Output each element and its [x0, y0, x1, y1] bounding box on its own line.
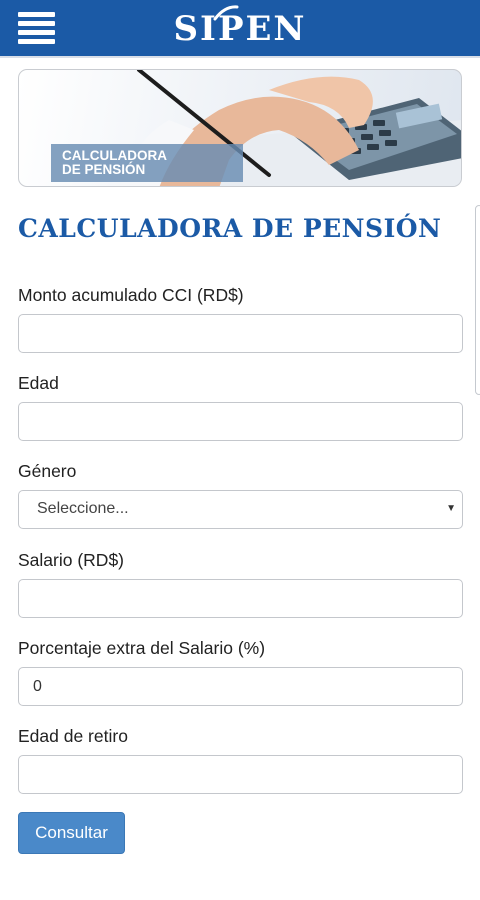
genero-label: Género: [18, 461, 77, 481]
edad-input[interactable]: [18, 402, 463, 441]
porcentaje-input[interactable]: [18, 667, 463, 706]
salario-label: Salario (RD$): [18, 550, 124, 570]
top-app-bar: SIPEN: [0, 0, 480, 58]
edad-retiro-input[interactable]: [18, 755, 463, 794]
sipen-logo[interactable]: SIPEN: [0, 5, 480, 50]
calculator-banner: CALCULADORA DE PENSIÓN: [18, 69, 462, 187]
chevron-down-icon: ▼: [446, 503, 456, 514]
edad-label: Edad: [18, 373, 59, 393]
cci-input[interactable]: [18, 314, 463, 353]
genero-selected-value: Seleccione...: [37, 500, 129, 517]
edad-retiro-label: Edad de retiro: [18, 726, 128, 746]
logo-text: SIPEN: [173, 9, 307, 49]
banner-label-line2: DE PENSIÓN: [62, 162, 146, 177]
genero-select[interactable]: Seleccione... ▼: [18, 490, 463, 529]
salario-input[interactable]: [18, 579, 463, 618]
logo-swoosh-icon: [213, 5, 239, 21]
page-title: CALCULADORA DE PENSIÓN: [18, 214, 442, 243]
side-drawer-handle[interactable]: [475, 205, 480, 395]
banner-label: CALCULADORA DE PENSIÓN: [51, 144, 243, 182]
consultar-button[interactable]: Consultar: [18, 812, 125, 854]
cci-label: Monto acumulado CCI (RD$): [18, 285, 244, 305]
porcentaje-label: Porcentaje extra del Salario (%): [18, 638, 266, 658]
banner-label-line1: CALCULADORA: [62, 148, 167, 163]
